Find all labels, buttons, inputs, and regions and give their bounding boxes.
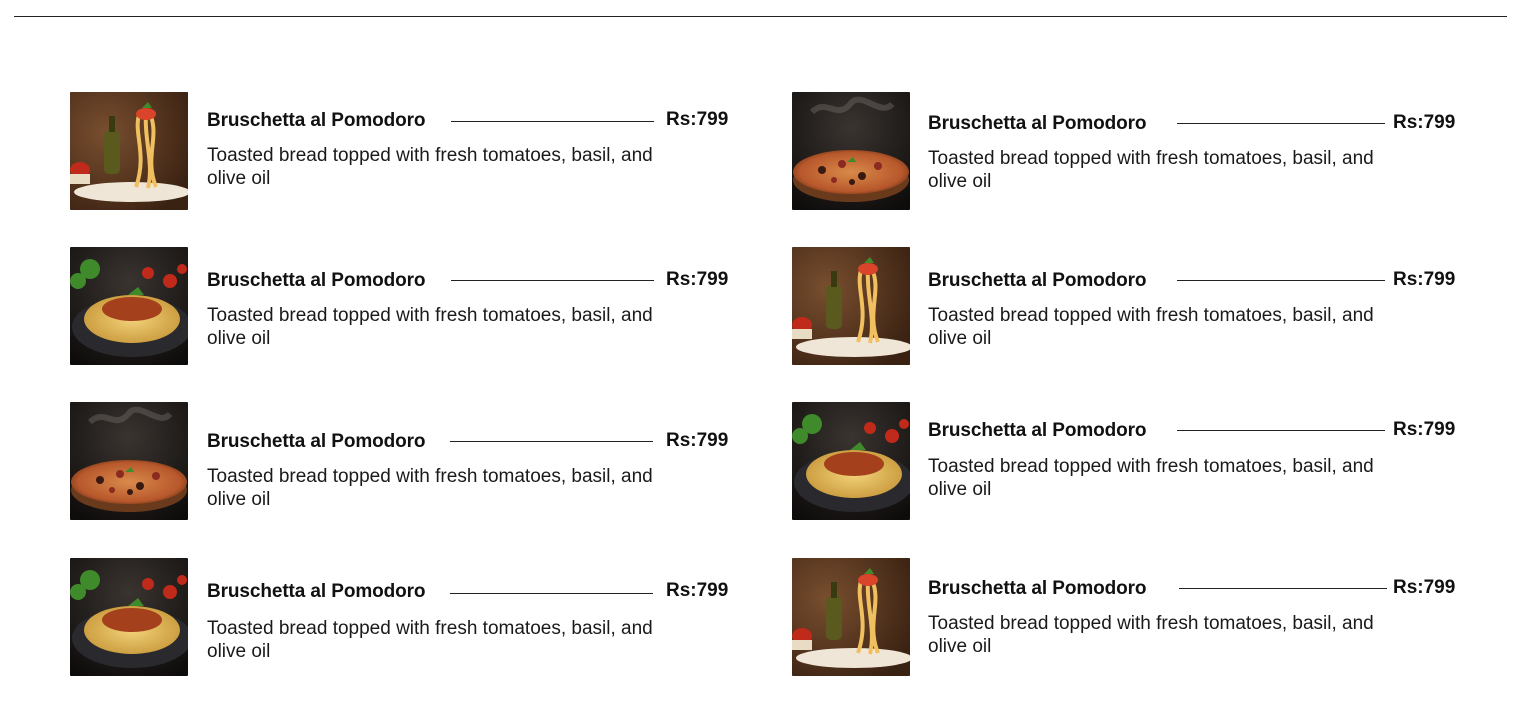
- menu-item[interactable]: Bruschetta al Pomodoro Rs:799 Toasted br…: [792, 247, 1460, 367]
- dish-description: Toasted bread topped with fresh tomatoes…: [207, 145, 653, 189]
- spaghetti-fork-photo: [70, 92, 188, 210]
- dish-name: Bruschetta al Pomodoro: [207, 270, 426, 291]
- dish-description: Toasted bread topped with fresh tomatoes…: [928, 148, 1374, 192]
- menu-item[interactable]: Bruschetta al Pomodoro Rs:799 Toasted br…: [70, 247, 732, 367]
- leader-line: [1177, 430, 1385, 431]
- dish-price: Rs:799: [666, 109, 729, 130]
- leader-line: [451, 121, 654, 122]
- dish-price: Rs:799: [666, 430, 729, 451]
- dish-name: Bruschetta al Pomodoro: [928, 420, 1147, 441]
- dish-description: Toasted bread topped with fresh tomatoes…: [207, 466, 653, 510]
- spaghetti-bolognese-photo: [70, 247, 188, 365]
- dish-name: Bruschetta al Pomodoro: [928, 270, 1147, 291]
- pizza-photo: [792, 92, 910, 210]
- dish-price: Rs:799: [666, 580, 729, 601]
- spaghetti-fork-photo: [792, 247, 910, 365]
- dish-price: Rs:799: [1393, 419, 1456, 440]
- leader-line: [450, 593, 653, 594]
- leader-line: [450, 441, 653, 442]
- leader-line: [1177, 123, 1385, 124]
- leader-line: [451, 280, 654, 281]
- pizza-photo: [70, 402, 188, 520]
- menu-item[interactable]: Bruschetta al Pomodoro Rs:799 Toasted br…: [70, 92, 732, 212]
- dish-description: Toasted bread topped with fresh tomatoes…: [928, 613, 1374, 657]
- spaghetti-bolognese-photo: [70, 558, 188, 676]
- dish-price: Rs:799: [1393, 269, 1456, 290]
- spaghetti-fork-photo: [792, 558, 910, 676]
- dish-description: Toasted bread topped with fresh tomatoes…: [928, 456, 1374, 500]
- dish-name: Bruschetta al Pomodoro: [928, 578, 1147, 599]
- leader-line: [1177, 280, 1385, 281]
- dish-description: Toasted bread topped with fresh tomatoes…: [207, 618, 653, 662]
- dish-name: Bruschetta al Pomodoro: [207, 581, 426, 602]
- menu-item[interactable]: Bruschetta al Pomodoro Rs:799 Toasted br…: [792, 558, 1460, 678]
- dish-price: Rs:799: [1393, 577, 1456, 598]
- menu-item[interactable]: Bruschetta al Pomodoro Rs:799 Toasted br…: [792, 92, 1460, 212]
- leader-line: [1179, 588, 1387, 589]
- dish-description: Toasted bread topped with fresh tomatoes…: [207, 305, 653, 349]
- spaghetti-bolognese-photo: [792, 402, 910, 520]
- dish-price: Rs:799: [666, 269, 729, 290]
- dish-description: Toasted bread topped with fresh tomatoes…: [928, 305, 1374, 349]
- menu-item[interactable]: Bruschetta al Pomodoro Rs:799 Toasted br…: [792, 402, 1460, 522]
- menu-item[interactable]: Bruschetta al Pomodoro Rs:799 Toasted br…: [70, 402, 732, 522]
- dish-name: Bruschetta al Pomodoro: [928, 113, 1147, 134]
- menu-grid: Bruschetta al Pomodoro Rs:799 Toasted br…: [0, 0, 1536, 722]
- dish-name: Bruschetta al Pomodoro: [207, 431, 426, 452]
- dish-price: Rs:799: [1393, 112, 1456, 133]
- menu-item[interactable]: Bruschetta al Pomodoro Rs:799 Toasted br…: [70, 558, 732, 678]
- dish-name: Bruschetta al Pomodoro: [207, 110, 426, 131]
